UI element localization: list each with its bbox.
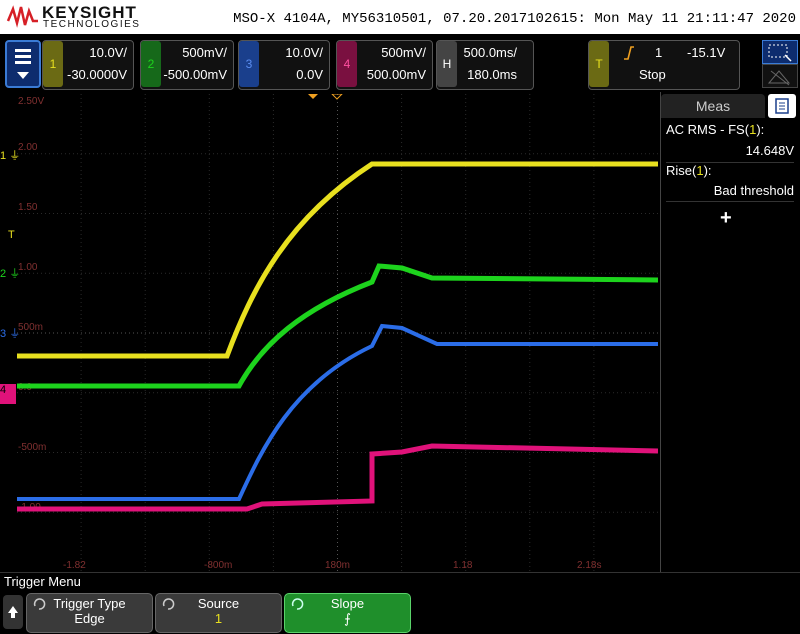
channel-2-offset: -500.00mV <box>163 67 227 82</box>
waveform-display[interactable]: 2.50V 2.00 1.50 1.00 500m 0.0 -500m -1.0… <box>17 94 658 572</box>
trigger-marker-label: T <box>8 229 15 241</box>
trigger-box[interactable]: T 1 -15.1V Stop <box>588 40 740 90</box>
channel-2-box[interactable]: 2 500mV/ -500.00mV <box>140 40 234 90</box>
menu-icon <box>15 49 31 79</box>
touch-off-button[interactable] <box>762 64 798 88</box>
rotate-knob-icon <box>33 598 46 610</box>
instrument-info: MSO-X 4104A, MY56310501, 07.20.201710261… <box>233 11 796 27</box>
channel-4-offset: 500.00mV <box>366 67 426 82</box>
channel-4-marker-label: 4 <box>0 384 7 396</box>
trigger-type-value: Edge <box>74 611 105 626</box>
channel-1-number: 1 <box>43 41 63 87</box>
header-bar: KEYSIGHT TECHNOLOGIES MSO-X 4104A, MY563… <box>0 0 800 34</box>
horizontal-label: H <box>437 41 457 87</box>
channel-3-marker-label: 3 <box>0 328 7 340</box>
y-label-2: 1.50 <box>18 202 38 213</box>
y-label-1: 2.00 <box>18 142 38 153</box>
y-label-3: 1.00 <box>18 262 38 273</box>
channel-2-ground-marker[interactable]: 2 ⏚ <box>0 265 20 281</box>
source-softkey[interactable]: Source 1 <box>155 593 282 633</box>
x-label-4: 2.18s <box>577 560 601 571</box>
channel-2-marker-label: 2 <box>0 268 7 280</box>
channel-1-offset: -30.0000V <box>67 67 127 82</box>
source-value: 1 <box>214 611 223 626</box>
horizontal-delay: 180.0ms <box>467 67 517 82</box>
horizontal-scale: 500.0ms/ <box>463 45 517 60</box>
channel-4-box[interactable]: 4 500mV/ 500.00mV <box>336 40 433 90</box>
back-button[interactable] <box>3 595 23 629</box>
ground-icon: ⏚ <box>9 328 21 340</box>
slope-softkey[interactable]: Slope ⨍ <box>284 593 411 633</box>
trigger-type-softkey[interactable]: Trigger Type Edge <box>26 593 153 633</box>
y-label-6: -500m <box>18 442 46 453</box>
zoom-box-icon <box>768 44 792 62</box>
meas-2-name: Rise(1): <box>666 163 712 178</box>
rotate-knob-icon <box>162 598 175 610</box>
rising-edge-icon <box>624 46 634 60</box>
rotate-knob-icon <box>291 598 304 610</box>
x-label-0: -1.82 <box>63 560 86 571</box>
channel-4-ground-marker[interactable]: 4 <box>0 384 16 404</box>
meas-2-value: Bad threshold <box>713 183 794 198</box>
touch-off-icon <box>767 70 791 86</box>
meas-1-name-text: AC RMS - FS <box>666 122 745 137</box>
channel-1-scale: 10.0V/ <box>89 45 127 60</box>
y-label-4: 500m <box>18 322 43 333</box>
channel-2-scale: 500mV/ <box>182 45 227 60</box>
x-label-3: 1.18 <box>453 560 473 571</box>
meas-divider <box>666 201 794 202</box>
meas-1-name: AC RMS - FS(1): <box>666 122 765 137</box>
main-menu-button[interactable] <box>5 40 41 88</box>
y-label-0: 2.50V <box>18 96 44 107</box>
channel-3-ground-marker[interactable]: 3 ⏚ <box>0 325 20 341</box>
meas-2-source: 1 <box>696 163 704 178</box>
trigger-source: 1 <box>655 45 663 60</box>
add-measurement-button[interactable]: + <box>720 207 732 230</box>
panel-list-tab[interactable] <box>768 94 796 118</box>
menu-title: Trigger Menu <box>4 574 81 589</box>
channel-3-scale: 10.0V/ <box>285 45 323 60</box>
channel-3-box[interactable]: 3 10.0V/ 0.0V <box>238 40 330 90</box>
brand-subtitle: TECHNOLOGIES <box>43 19 141 30</box>
trigger-label: T <box>589 41 609 87</box>
trigger-level: -15.1V <box>687 45 726 60</box>
arrow-up-icon <box>8 606 18 618</box>
ground-icon: ⏚ <box>9 150 21 162</box>
trigger-level-marker[interactable]: T <box>8 229 15 241</box>
x-label-2: 180m <box>325 560 350 571</box>
channel-4-number: 4 <box>337 41 357 87</box>
meas-1-value: 14.648V <box>745 143 794 158</box>
meas-2-name-text: Rise <box>666 163 693 178</box>
slope-value: ⨍ <box>344 611 351 626</box>
list-icon <box>775 98 789 114</box>
channel-2-number: 2 <box>141 41 161 87</box>
channel-3-number: 3 <box>239 41 259 87</box>
channel-1-marker-label: 1 <box>0 150 7 162</box>
channel-1-ground-marker[interactable]: 1 ⏚ <box>0 147 20 163</box>
horizontal-box[interactable]: H 500.0ms/ 180.0ms <box>436 40 534 90</box>
x-label-1: -800m <box>204 560 232 571</box>
keysight-logo-icon <box>6 5 38 28</box>
channel-1-box[interactable]: 1 10.0V/ -30.0000V <box>42 40 134 90</box>
meas-tab[interactable]: Meas <box>661 94 765 118</box>
channel-3-offset: 0.0V <box>296 67 323 82</box>
run-status: Stop <box>639 67 666 82</box>
channel-4-scale: 500mV/ <box>381 45 426 60</box>
ground-icon: ⏚ <box>9 268 21 280</box>
touch-zoom-button[interactable] <box>762 40 798 64</box>
